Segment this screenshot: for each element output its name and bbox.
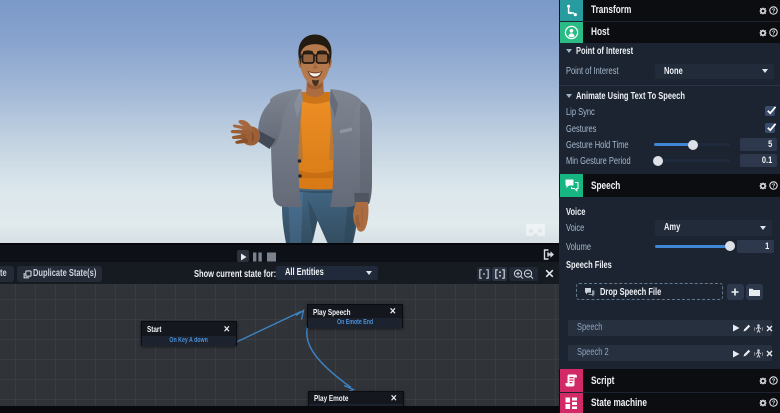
svg-text:?: ? — [772, 184, 776, 190]
svg-text:?: ? — [772, 401, 776, 407]
svg-text:?: ? — [772, 9, 776, 15]
svg-text:?: ? — [772, 379, 776, 385]
svg-text:?: ? — [772, 31, 776, 37]
